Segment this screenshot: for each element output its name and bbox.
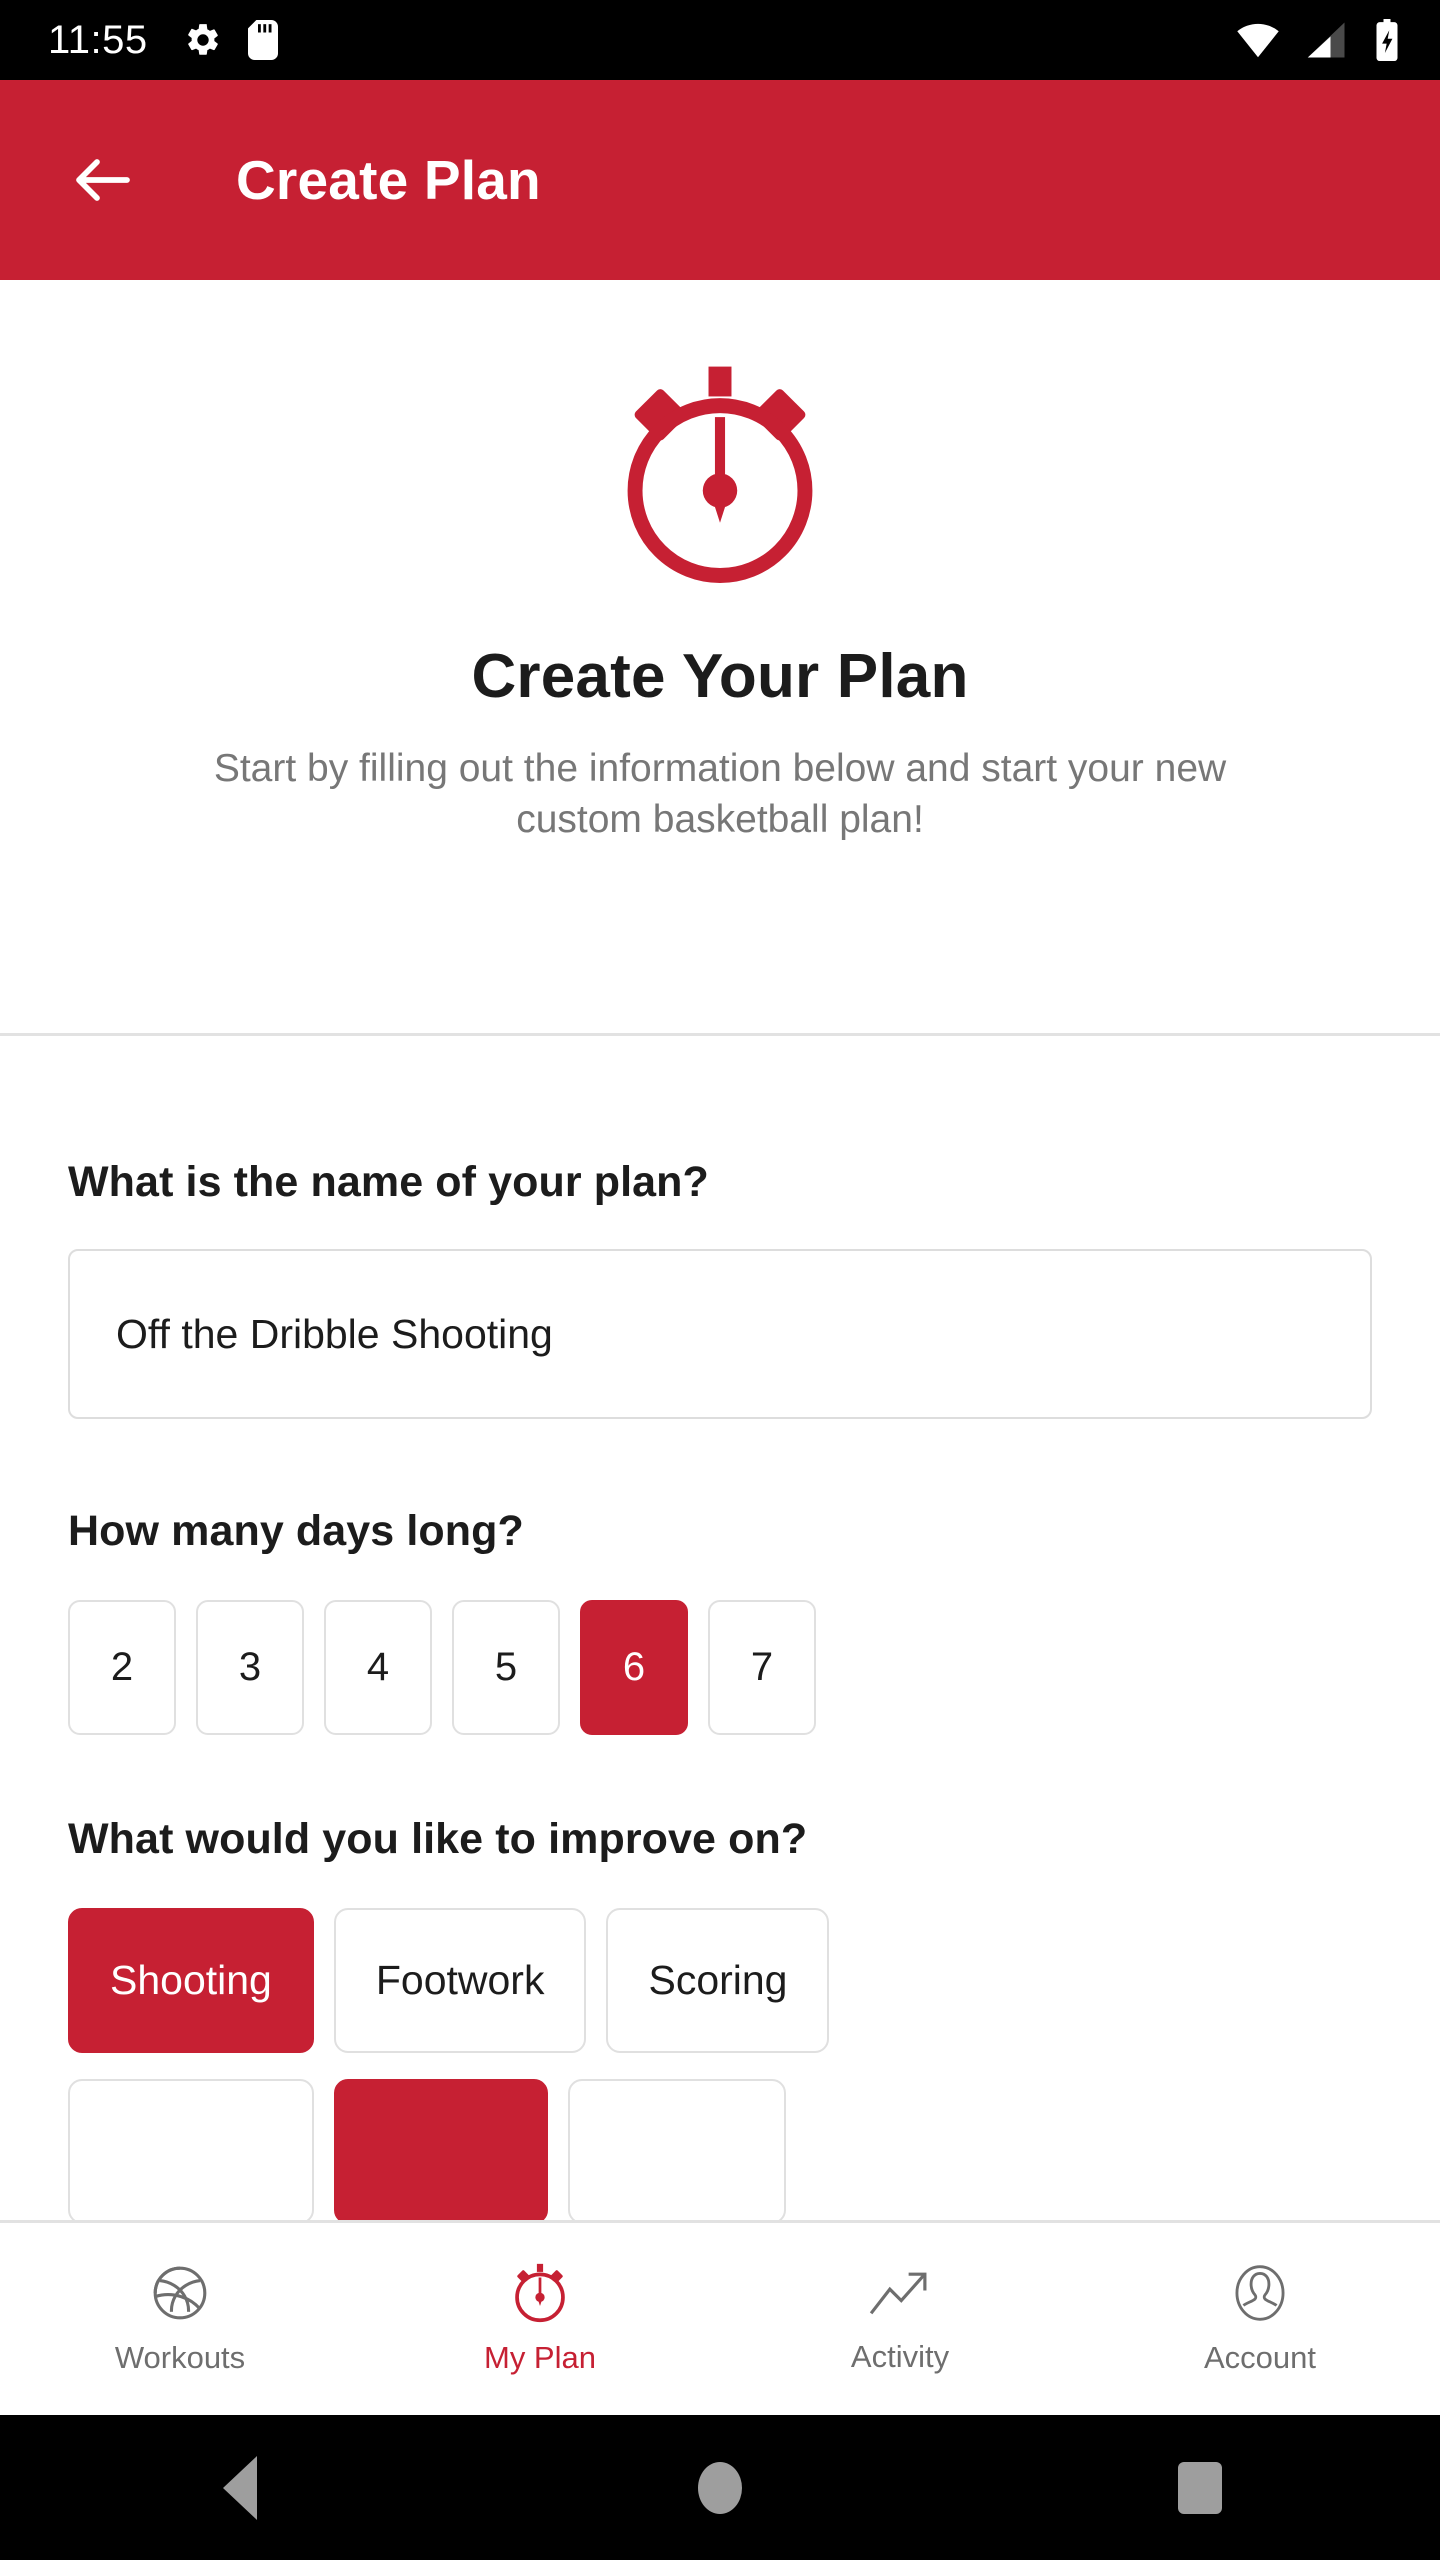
back-button[interactable] [48, 125, 158, 235]
improve-chip-footwork[interactable]: Footwork [333, 1908, 587, 2053]
person-icon [1235, 2265, 1285, 2321]
days-question: How many days long? [68, 1507, 524, 1555]
day-chip-2[interactable]: 2 [68, 1600, 176, 1735]
android-recents-button[interactable] [1110, 2415, 1290, 2560]
day-chip-7[interactable]: 7 [708, 1600, 816, 1735]
android-home-icon [698, 2461, 742, 2514]
settings-gear-icon [187, 24, 218, 55]
bottom-navigation: Workouts My Plan Activity Account [0, 2220, 1440, 2415]
nav-label-activity: Activity [850, 2339, 950, 2374]
improve-chip-row: Shooting Footwork Scoring [68, 1908, 1372, 2053]
nav-item-activity[interactable]: Activity [720, 2223, 1080, 2415]
nav-label-account: Account [1203, 2340, 1316, 2375]
trending-up-icon [869, 2272, 927, 2315]
hero-icon-wrap [0, 362, 1440, 587]
status-bar-clock: 11:55 [48, 18, 148, 62]
plan-name-value: Off the Dribble Shooting [116, 1310, 553, 1357]
app-bar: Create Plan [0, 80, 1440, 280]
cellular-signal-icon [1307, 22, 1345, 58]
sd-card-icon [247, 20, 278, 60]
nav-label-workouts: Workouts [114, 2340, 246, 2375]
improve-chip-row-2 [68, 2079, 1372, 2224]
nav-item-my-plan[interactable]: My Plan [360, 2223, 720, 2415]
back-arrow-icon [76, 159, 130, 201]
battery-charging-icon [1376, 19, 1398, 61]
stopwatch-icon [515, 2263, 565, 2323]
create-plan-form: What is the name of your plan? Off the D… [0, 1036, 1440, 2224]
day-chip-5[interactable]: 5 [452, 1600, 560, 1735]
nav-item-workouts[interactable]: Workouts [0, 2223, 360, 2415]
android-back-button[interactable] [150, 2415, 330, 2560]
page-title: Create Plan [236, 149, 541, 211]
android-navigation-bar [0, 2415, 1440, 2560]
improve-chip-row2-item-2[interactable] [334, 2079, 548, 2224]
plan-name-input[interactable]: Off the Dribble Shooting [68, 1249, 1372, 1419]
plan-name-question: What is the name of your plan? [68, 1158, 709, 1206]
improve-question: What would you like to improve on? [68, 1815, 808, 1863]
nav-label-my-plan: My Plan [484, 2340, 596, 2375]
android-recents-icon [1178, 2461, 1222, 2514]
hero-section: Create Your Plan Start by filling out th… [0, 280, 1440, 845]
day-chip-4[interactable]: 4 [324, 1600, 432, 1735]
app-screen: 11:55 Create Plan Create Your Plan Start… [0, 0, 1440, 2560]
status-bar-left-icons [184, 20, 278, 60]
improve-chip-scoring[interactable]: Scoring [606, 1908, 830, 2053]
status-bar: 11:55 [0, 0, 1440, 80]
basketball-icon [153, 2266, 207, 2320]
status-bar-right-icons [1236, 19, 1400, 61]
day-chip-6[interactable]: 6 [580, 1600, 688, 1735]
improve-chip-shooting[interactable]: Shooting [68, 1908, 314, 2053]
android-back-icon [223, 2455, 257, 2520]
android-home-button[interactable] [630, 2415, 810, 2560]
day-chip-3[interactable]: 3 [196, 1600, 304, 1735]
improve-chip-row2-item-1[interactable] [68, 2079, 314, 2224]
stopwatch-icon [627, 366, 813, 583]
improve-chip-row2-item-3[interactable] [568, 2079, 786, 2224]
nav-item-account[interactable]: Account [1080, 2223, 1440, 2415]
hero-title: Create Your Plan [471, 642, 969, 711]
days-chip-row: 2 3 4 5 6 7 [68, 1600, 1372, 1735]
hero-subtitle: Start by filling out the information bel… [213, 747, 1227, 841]
wifi-icon [1237, 23, 1279, 58]
